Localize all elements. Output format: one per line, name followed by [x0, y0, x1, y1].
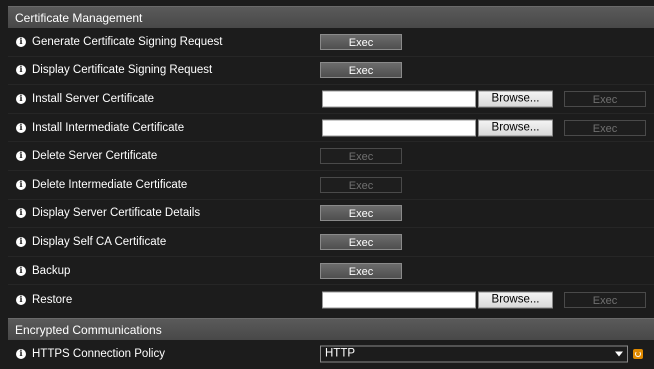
restore-exec-button[interactable]: Exec [564, 291, 646, 308]
delete-server-exec-button[interactable]: Exec [320, 148, 402, 165]
info-icon[interactable]: i [16, 179, 26, 190]
info-icon[interactable]: i [16, 265, 26, 276]
row-display-server-certificate-details: i Display Server Certificate Details Exe… [8, 199, 654, 229]
row-label: Backup [32, 264, 71, 277]
delete-intermediate-exec-button[interactable]: Exec [320, 176, 402, 193]
server-certificate-file-input[interactable] [322, 90, 476, 108]
display-self-ca-exec-button[interactable]: Exec [320, 233, 402, 250]
row-label: Delete Intermediate Certificate [32, 178, 188, 191]
info-icon[interactable]: i [16, 294, 26, 305]
info-icon[interactable]: i [16, 208, 26, 219]
row-display-self-ca-certificate: i Display Self CA Certificate Exec [8, 228, 654, 257]
intermediate-certificate-file-input[interactable] [322, 119, 476, 137]
install-intermediate-exec-button[interactable]: Exec [564, 119, 646, 136]
row-label: Install Server Certificate [32, 92, 155, 105]
info-icon[interactable]: i [16, 36, 26, 47]
row-label: Display Server Certificate Details [32, 207, 201, 220]
info-icon[interactable]: i [16, 93, 26, 104]
row-generate-csr: i Generate Certificate Signing Request E… [8, 28, 654, 57]
display-csr-exec-button[interactable]: Exec [320, 62, 402, 79]
settings-panel: Certificate Management i Generate Certif… [8, 6, 654, 369]
info-icon[interactable]: i [16, 236, 26, 247]
info-icon[interactable]: i [16, 349, 26, 360]
info-icon[interactable]: i [16, 122, 26, 133]
row-install-intermediate-certificate: i Install Intermediate Certificate Brows… [8, 113, 654, 143]
row-backup: i Backup Exec [8, 256, 654, 286]
install-server-exec-button[interactable]: Exec [564, 90, 646, 107]
info-icon[interactable]: i [16, 65, 26, 76]
row-label: HTTPS Connection Policy [32, 348, 165, 361]
row-display-csr: i Display Certificate Signing Request Ex… [8, 56, 654, 86]
row-label: Install Intermediate Certificate [32, 121, 185, 134]
row-https-connection-policy: i HTTPS Connection Policy HTTP [8, 339, 654, 369]
row-label: Display Certificate Signing Request [32, 64, 213, 77]
row-install-server-certificate: i Install Server Certificate Browse... E… [8, 85, 654, 114]
row-label: Restore [32, 293, 73, 306]
server-certificate-browse-button[interactable]: Browse... [478, 90, 553, 108]
https-policy-value: HTTP [325, 347, 356, 360]
restore-browse-button[interactable]: Browse... [478, 291, 553, 309]
power-icon[interactable] [633, 349, 643, 360]
row-label: Delete Server Certificate [32, 150, 158, 163]
display-server-details-exec-button[interactable]: Exec [320, 205, 402, 222]
row-delete-intermediate-certificate: i Delete Intermediate Certificate Exec [8, 170, 654, 200]
intermediate-certificate-browse-button[interactable]: Browse... [478, 119, 553, 137]
chevron-down-icon [615, 351, 623, 357]
row-delete-server-certificate: i Delete Server Certificate Exec [8, 142, 654, 171]
row-restore: i Restore Browse... Exec [8, 285, 654, 314]
row-label: Display Self CA Certificate [32, 235, 167, 248]
section-header-encrypted-communications: Encrypted Communications [8, 317, 654, 340]
info-icon[interactable]: i [16, 151, 26, 162]
restore-file-input[interactable] [322, 291, 476, 309]
section-header-certificate-management: Certificate Management [8, 6, 654, 28]
generate-csr-exec-button[interactable]: Exec [320, 33, 402, 50]
https-policy-select[interactable]: HTTP [320, 345, 628, 363]
row-label: Generate Certificate Signing Request [32, 35, 223, 48]
backup-exec-button[interactable]: Exec [320, 262, 402, 279]
